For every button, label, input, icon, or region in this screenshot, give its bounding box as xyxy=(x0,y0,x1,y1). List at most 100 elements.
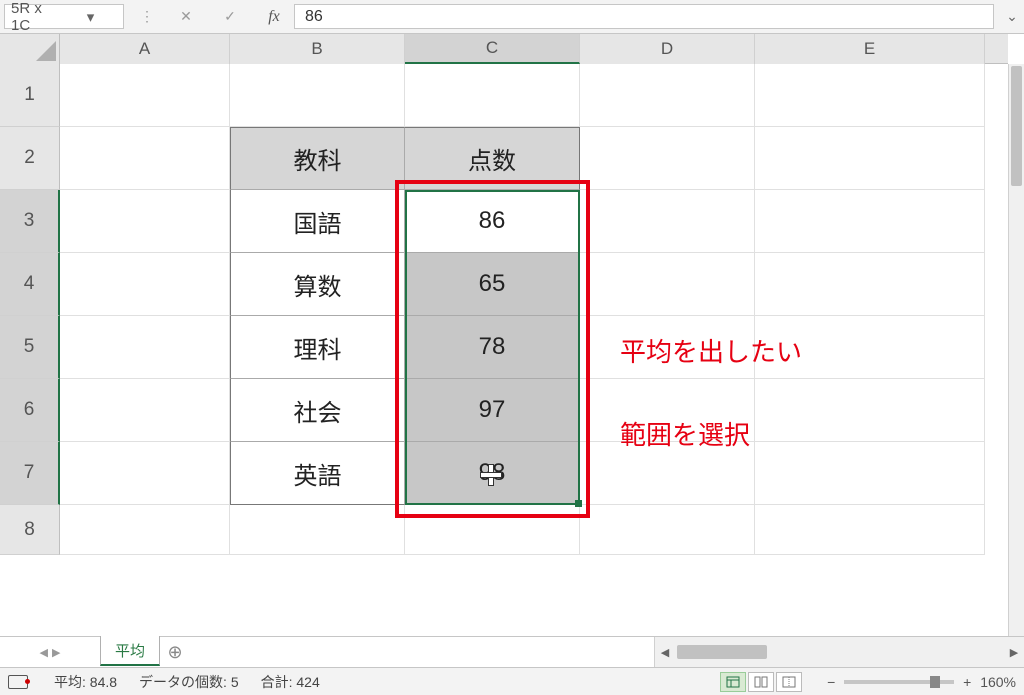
cell-C5[interactable]: 78 xyxy=(405,316,580,379)
row-header-6[interactable]: 6 xyxy=(0,379,60,442)
col-header-A[interactable]: A xyxy=(60,34,230,64)
hscroll-thumb[interactable] xyxy=(677,645,767,659)
sum-value: 424 xyxy=(296,674,319,690)
cell-A5[interactable] xyxy=(60,316,230,379)
cell-B2[interactable]: 教科 xyxy=(230,127,405,190)
col-header-C[interactable]: C xyxy=(405,34,580,64)
annotation-line2: 範囲を選択 xyxy=(620,420,750,450)
cell-D2[interactable] xyxy=(580,127,755,190)
sum-label: 合計: xyxy=(261,674,293,690)
col-header-E[interactable]: E xyxy=(755,34,985,64)
row-4: 4 算数 65 xyxy=(0,253,1008,316)
vertical-scrollbar[interactable] xyxy=(1008,64,1024,636)
rows-container: 1 2 教科 点数 3 国語 86 xyxy=(0,64,1008,636)
view-page-layout-button[interactable] xyxy=(748,672,774,692)
view-buttons xyxy=(720,672,802,692)
cell-C1[interactable] xyxy=(405,64,580,127)
row-header-7[interactable]: 7 xyxy=(0,442,60,505)
tab-nav-arrows[interactable]: ◀ ▶ xyxy=(0,637,100,667)
sheet-tab-active[interactable]: 平均 xyxy=(100,636,160,666)
cell-B8[interactable] xyxy=(230,505,405,555)
cell-B4[interactable]: 算数 xyxy=(230,253,405,316)
cell-E8[interactable] xyxy=(755,505,985,555)
vscroll-thumb[interactable] xyxy=(1011,66,1022,186)
cell-C4[interactable]: 65 xyxy=(405,253,580,316)
cancel-icon[interactable]: ✕ xyxy=(172,4,200,30)
column-headers: A B C D E xyxy=(0,34,1008,64)
avg-label: 平均: xyxy=(54,674,86,690)
row-header-3[interactable]: 3 xyxy=(0,190,60,253)
cell-A2[interactable] xyxy=(60,127,230,190)
status-count: データの個数: 5 xyxy=(139,672,239,692)
new-sheet-button[interactable]: ⊕ xyxy=(160,637,190,667)
cell-A1[interactable] xyxy=(60,64,230,127)
row-1: 1 xyxy=(0,64,1008,127)
expand-formula-icon[interactable]: ⌄ xyxy=(1000,0,1024,33)
spreadsheet-grid[interactable]: A B C D E 1 2 教科 点数 xyxy=(0,34,1024,636)
formula-bar: 5R x 1C ▾ ⋮ ✕ ✓ fx 86 ⌄ xyxy=(0,0,1024,34)
cell-C7[interactable]: 98 xyxy=(405,442,580,505)
col-header-D[interactable]: D xyxy=(580,34,755,64)
row-header-5[interactable]: 5 xyxy=(0,316,60,379)
row-header-8[interactable]: 8 xyxy=(0,505,60,555)
annotation-line1: 平均を出したい xyxy=(620,337,802,367)
cell-D1[interactable] xyxy=(580,64,755,127)
cell-E2[interactable] xyxy=(755,127,985,190)
tab-prev-icon[interactable]: ◀ xyxy=(40,646,48,659)
formula-text: 86 xyxy=(305,8,323,26)
fx-icon[interactable]: fx xyxy=(260,4,288,30)
cell-A6[interactable] xyxy=(60,379,230,442)
zoom-slider[interactable] xyxy=(844,680,954,684)
cell-B7[interactable]: 英語 xyxy=(230,442,405,505)
row-6: 6 社会 97 xyxy=(0,379,1008,442)
hscroll-track[interactable] xyxy=(675,645,1004,659)
row-header-2[interactable]: 2 xyxy=(0,127,60,190)
cell-D3[interactable] xyxy=(580,190,755,253)
row-header-1[interactable]: 1 xyxy=(0,64,60,127)
name-box-value: 5R x 1C xyxy=(11,0,64,34)
cell-B6[interactable]: 社会 xyxy=(230,379,405,442)
zoom-value[interactable]: 160% xyxy=(980,674,1016,690)
zoom-knob[interactable] xyxy=(930,676,940,688)
row-3: 3 国語 86 xyxy=(0,190,1008,253)
status-sum: 合計: 424 xyxy=(261,672,320,692)
row-8: 8 xyxy=(0,505,1008,555)
select-all-triangle[interactable] xyxy=(0,34,60,64)
zoom-in-button[interactable]: + xyxy=(960,674,974,690)
cell-B3[interactable]: 国語 xyxy=(230,190,405,253)
row-2: 2 教科 点数 xyxy=(0,127,1008,190)
cell-C8[interactable] xyxy=(405,505,580,555)
cell-E3[interactable] xyxy=(755,190,985,253)
status-bar: 平均: 84.8 データの個数: 5 合計: 424 − + 160% xyxy=(0,667,1024,695)
view-page-break-button[interactable] xyxy=(776,672,802,692)
cell-A8[interactable] xyxy=(60,505,230,555)
cell-B1[interactable] xyxy=(230,64,405,127)
enter-icon[interactable]: ✓ xyxy=(216,4,244,30)
macro-record-icon[interactable] xyxy=(8,675,28,689)
cell-C6[interactable]: 97 xyxy=(405,379,580,442)
cell-C3[interactable]: 86 xyxy=(405,190,580,253)
more-icon[interactable]: ⋮ xyxy=(138,4,156,30)
formula-bar-buttons: ⋮ ✕ ✓ fx xyxy=(138,0,288,33)
dropdown-icon[interactable]: ▾ xyxy=(64,8,117,26)
col-header-B[interactable]: B xyxy=(230,34,405,64)
tabs-spacer xyxy=(190,637,654,667)
cell-D8[interactable] xyxy=(580,505,755,555)
zoom-control: − + 160% xyxy=(824,674,1016,690)
zoom-out-button[interactable]: − xyxy=(824,674,838,690)
name-box[interactable]: 5R x 1C ▾ xyxy=(4,4,124,29)
row-header-4[interactable]: 4 xyxy=(0,253,60,316)
view-normal-button[interactable] xyxy=(720,672,746,692)
cell-A4[interactable] xyxy=(60,253,230,316)
hscroll-right-icon[interactable]: ▶ xyxy=(1004,646,1024,659)
cell-A7[interactable] xyxy=(60,442,230,505)
tab-next-icon[interactable]: ▶ xyxy=(52,646,60,659)
cell-E1[interactable] xyxy=(755,64,985,127)
sheet-tabs-row: ◀ ▶ 平均 ⊕ ◀ ▶ xyxy=(0,636,1024,667)
hscroll-left-icon[interactable]: ◀ xyxy=(655,646,675,659)
cell-C2[interactable]: 点数 xyxy=(405,127,580,190)
cell-B5[interactable]: 理科 xyxy=(230,316,405,379)
cell-A3[interactable] xyxy=(60,190,230,253)
horizontal-scrollbar[interactable]: ◀ ▶ xyxy=(654,637,1024,667)
formula-input[interactable]: 86 xyxy=(294,4,994,29)
